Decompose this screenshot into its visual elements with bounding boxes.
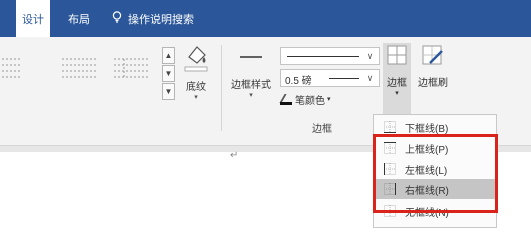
menu-item-no-border[interactable]: 无框线(N) (374, 201, 498, 221)
gallery-more-button[interactable]: ▼ (162, 83, 175, 100)
menu-item-top-border[interactable]: 上框线(P) (374, 138, 498, 158)
line-style-dropdown[interactable]: ∨ (280, 47, 380, 65)
expand-gallery-icon: ▼ (164, 87, 173, 96)
gallery-scroll-up-button[interactable]: ▲ (162, 47, 175, 64)
chevron-down-icon: ▾ (395, 90, 399, 97)
border-painter-label: 边框刷 (418, 78, 448, 89)
border-styles-button[interactable]: 边框样式 ▾ (226, 43, 276, 133)
chevron-down-icon: ▾ (327, 96, 331, 103)
paragraph-mark: ↵ (230, 150, 239, 161)
chevron-down-icon: ∨ (366, 51, 374, 61)
table-style-thumbnail[interactable] (0, 49, 24, 87)
menu-item-label: 下框线(B) (405, 123, 449, 135)
border-style-icon (236, 56, 266, 74)
chevron-up-icon: ▲ (164, 51, 173, 60)
tell-me-search[interactable]: 操作说明搜索 (112, 0, 194, 37)
menu-item-label: 上框线(P) (405, 144, 449, 156)
menu-item-bottom-border[interactable]: 下框线(B) (374, 117, 498, 137)
border-painter-icon (420, 45, 446, 72)
ribbon-tab-bar: 设计 布局 操作说明搜索 (0, 0, 531, 37)
tab-layout[interactable]: 布局 (62, 0, 96, 37)
chevron-down-icon: ▾ (249, 92, 253, 99)
all-borders-icon (385, 45, 409, 72)
line-weight-dropdown[interactable]: 0.5 磅 ∨ (280, 69, 380, 87)
right-border-icon (384, 183, 396, 195)
table-style-thumbnail[interactable] (112, 49, 150, 87)
bottom-border-icon (384, 121, 396, 133)
menu-item-left-border[interactable]: 左框线(L) (374, 159, 498, 179)
borders-group-label: 边框 (312, 124, 332, 135)
line-weight-value: 0.5 磅 (285, 76, 312, 87)
shading-label: 底纹 (186, 82, 206, 93)
borders-label: 边框 (387, 78, 407, 89)
menu-item-label: 无框线(N) (405, 207, 449, 219)
menu-item-label: 左框线(L) (405, 165, 448, 177)
table-style-thumbnail[interactable] (60, 49, 98, 87)
paint-bucket-icon (183, 46, 209, 76)
no-border-icon (384, 205, 396, 217)
gallery-scroll: ▲ ▼ ▼ (162, 47, 175, 100)
menu-item-right-border[interactable]: 右框线(R) (374, 179, 498, 199)
shading-button[interactable]: 底纹 ▾ (178, 43, 214, 133)
menu-item-label: 右框线(R) (405, 185, 449, 197)
lightbulb-icon (112, 11, 122, 26)
gallery-scroll-down-button[interactable]: ▼ (162, 65, 175, 82)
pen-color-label: 笔颜色 (295, 95, 325, 107)
chevron-down-icon: ▼ (164, 69, 173, 78)
pen-color-button[interactable]: 笔颜色 ▾ (279, 91, 331, 107)
border-styles-label: 边框样式 (231, 80, 271, 91)
line-weight-preview (329, 78, 359, 79)
line-style-preview (287, 56, 359, 57)
chevron-down-icon: ∨ (366, 73, 374, 83)
borders-dropdown-menu: 下框线(B) 上框线(P) 左框线(L) 右框线(R) 无框线(N) (373, 114, 498, 228)
left-border-icon (384, 163, 396, 175)
chevron-down-icon: ▾ (194, 94, 198, 101)
tell-me-label: 操作说明搜索 (128, 13, 194, 26)
pen-color-icon (279, 93, 296, 105)
top-border-icon (384, 142, 396, 154)
group-divider (221, 45, 222, 131)
tab-design[interactable]: 设计 (16, 0, 50, 37)
